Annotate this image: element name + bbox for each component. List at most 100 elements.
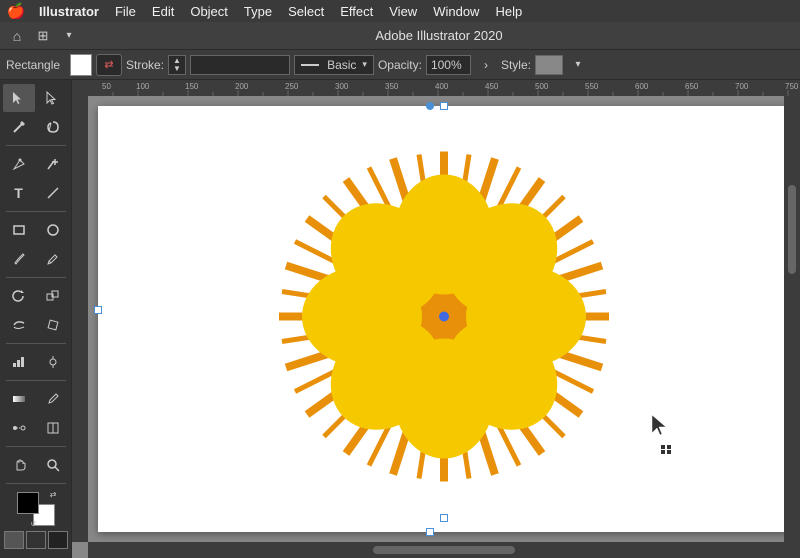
- slice-tool[interactable]: [37, 414, 69, 442]
- hand-tool[interactable]: [3, 451, 35, 479]
- menu-object[interactable]: Object: [183, 3, 235, 20]
- rotate-tool[interactable]: [3, 282, 35, 310]
- stroke-value-field[interactable]: [190, 55, 290, 75]
- menu-window[interactable]: Window: [426, 3, 486, 20]
- opacity-expand[interactable]: ›: [475, 54, 497, 76]
- paintbrush-tool[interactable]: [3, 245, 35, 273]
- scrollbar-h-thumb[interactable]: [373, 546, 515, 554]
- add-anchor-tool[interactable]: [37, 150, 69, 178]
- fill-options-icon[interactable]: ⇄: [96, 54, 122, 76]
- brush-selector[interactable]: Basic ▾: [294, 55, 374, 75]
- warp-tool[interactable]: [3, 311, 35, 339]
- tool-separator-4: [6, 343, 66, 344]
- pen-tool[interactable]: [3, 150, 35, 178]
- canvas-content[interactable]: [88, 96, 800, 542]
- menu-help[interactable]: Help: [488, 3, 529, 20]
- brush-dropdown-icon: ▾: [362, 59, 367, 70]
- svg-text:50: 50: [102, 82, 111, 91]
- app-title: Adobe Illustrator 2020: [84, 28, 794, 43]
- toolbar-row1: ⌂ ⊞ ▾ Adobe Illustrator 2020: [0, 22, 800, 50]
- menu-effect[interactable]: Effect: [333, 3, 380, 20]
- stroke-label: Stroke:: [126, 58, 164, 72]
- swap-colors-icon[interactable]: ⇄: [50, 490, 57, 499]
- artboard: [98, 106, 790, 532]
- canvas-area: 100 50 150 200 250 300 350: [72, 80, 800, 558]
- rectangle-tool[interactable]: [3, 216, 35, 244]
- flower-graphic: [274, 147, 614, 492]
- svg-text:300: 300: [335, 82, 349, 91]
- svg-text:150: 150: [185, 82, 199, 91]
- menu-type[interactable]: Type: [237, 3, 279, 20]
- ruler-left: [72, 96, 88, 542]
- foreground-color-box[interactable]: [17, 492, 39, 514]
- reset-colors-icon[interactable]: ↺: [31, 520, 37, 528]
- style-dropdown[interactable]: ▾: [567, 54, 589, 76]
- svg-text:250: 250: [285, 82, 299, 91]
- cursor-arrow: [650, 413, 670, 442]
- tool-name-label: Rectangle: [6, 58, 66, 72]
- grid-button[interactable]: ⊞: [32, 25, 54, 47]
- svg-text:350: 350: [385, 82, 399, 91]
- svg-text:550: 550: [585, 82, 599, 91]
- style-swatch[interactable]: [535, 55, 563, 75]
- stroke-up-arrow: ▲▼: [173, 57, 181, 73]
- anchor-top: [426, 102, 434, 110]
- direct-select-tool[interactable]: [37, 84, 69, 112]
- pencil-tool[interactable]: [37, 245, 69, 273]
- menu-illustrator[interactable]: Illustrator: [32, 3, 106, 20]
- view-modes: [4, 531, 68, 549]
- tool-separator-5: [6, 380, 66, 381]
- scrollbar-horizontal[interactable]: [88, 542, 800, 558]
- symbol-tool[interactable]: [37, 348, 69, 376]
- ruler-top: 100 50 150 200 250 300 350: [88, 80, 800, 96]
- apple-menu[interactable]: 🍎: [8, 3, 24, 19]
- flower-center: [439, 312, 449, 322]
- sel-handle-top-center: [440, 102, 448, 110]
- flower-svg: [274, 147, 614, 487]
- ruler-corner: [72, 80, 88, 96]
- cursor-icon-grid: [661, 445, 672, 454]
- opacity-value-field[interactable]: 100%: [426, 55, 471, 75]
- fill-color-swatch[interactable]: [70, 54, 92, 76]
- svg-text:450: 450: [485, 82, 499, 91]
- tool-separator-2: [6, 211, 66, 212]
- scrollbar-v-thumb[interactable]: [788, 185, 796, 274]
- menu-edit[interactable]: Edit: [145, 3, 181, 20]
- fill-stroke-colors[interactable]: ↺ ⇄: [17, 492, 55, 526]
- svg-text:600: 600: [635, 82, 649, 91]
- eyedropper-tool[interactable]: [37, 385, 69, 413]
- menu-file[interactable]: File: [108, 3, 143, 20]
- ellipse-tool[interactable]: [37, 216, 69, 244]
- type-tool[interactable]: T: [3, 179, 35, 207]
- zoom-tool[interactable]: [37, 451, 69, 479]
- tool-separator-3: [6, 277, 66, 278]
- color-tools: ↺ ⇄: [17, 492, 55, 526]
- fullscreen2-btn[interactable]: [48, 531, 68, 549]
- style-label: Style:: [501, 58, 531, 72]
- graph-tool[interactable]: [3, 348, 35, 376]
- anchor-bottom: [426, 528, 434, 536]
- menu-select[interactable]: Select: [281, 3, 331, 20]
- line-tool[interactable]: [37, 179, 69, 207]
- stroke-control[interactable]: ▲▼: [168, 55, 186, 75]
- magic-wand-tool[interactable]: [3, 113, 35, 141]
- menu-bar: 🍎 Illustrator File Edit Object Type Sele…: [0, 0, 800, 22]
- opacity-label: Opacity:: [378, 58, 422, 72]
- scale-tool[interactable]: [37, 282, 69, 310]
- lasso-tool[interactable]: [37, 113, 69, 141]
- free-transform-tool[interactable]: [37, 311, 69, 339]
- menu-view[interactable]: View: [382, 3, 424, 20]
- sel-handle-bottom-center: [440, 514, 448, 522]
- scrollbar-vertical[interactable]: [784, 96, 800, 542]
- select-tool[interactable]: [3, 84, 35, 112]
- tool-separator-7: [6, 483, 66, 484]
- dropdown-arrow[interactable]: ▾: [58, 25, 80, 47]
- svg-text:200: 200: [235, 82, 249, 91]
- normal-view-btn[interactable]: [4, 531, 24, 549]
- home-button[interactable]: ⌂: [6, 25, 28, 47]
- fullscreen-btn[interactable]: [26, 531, 46, 549]
- blend-tool[interactable]: [3, 414, 35, 442]
- left-toolbar: T: [0, 80, 72, 558]
- brush-name-label: Basic: [327, 58, 356, 72]
- gradient-tool[interactable]: [3, 385, 35, 413]
